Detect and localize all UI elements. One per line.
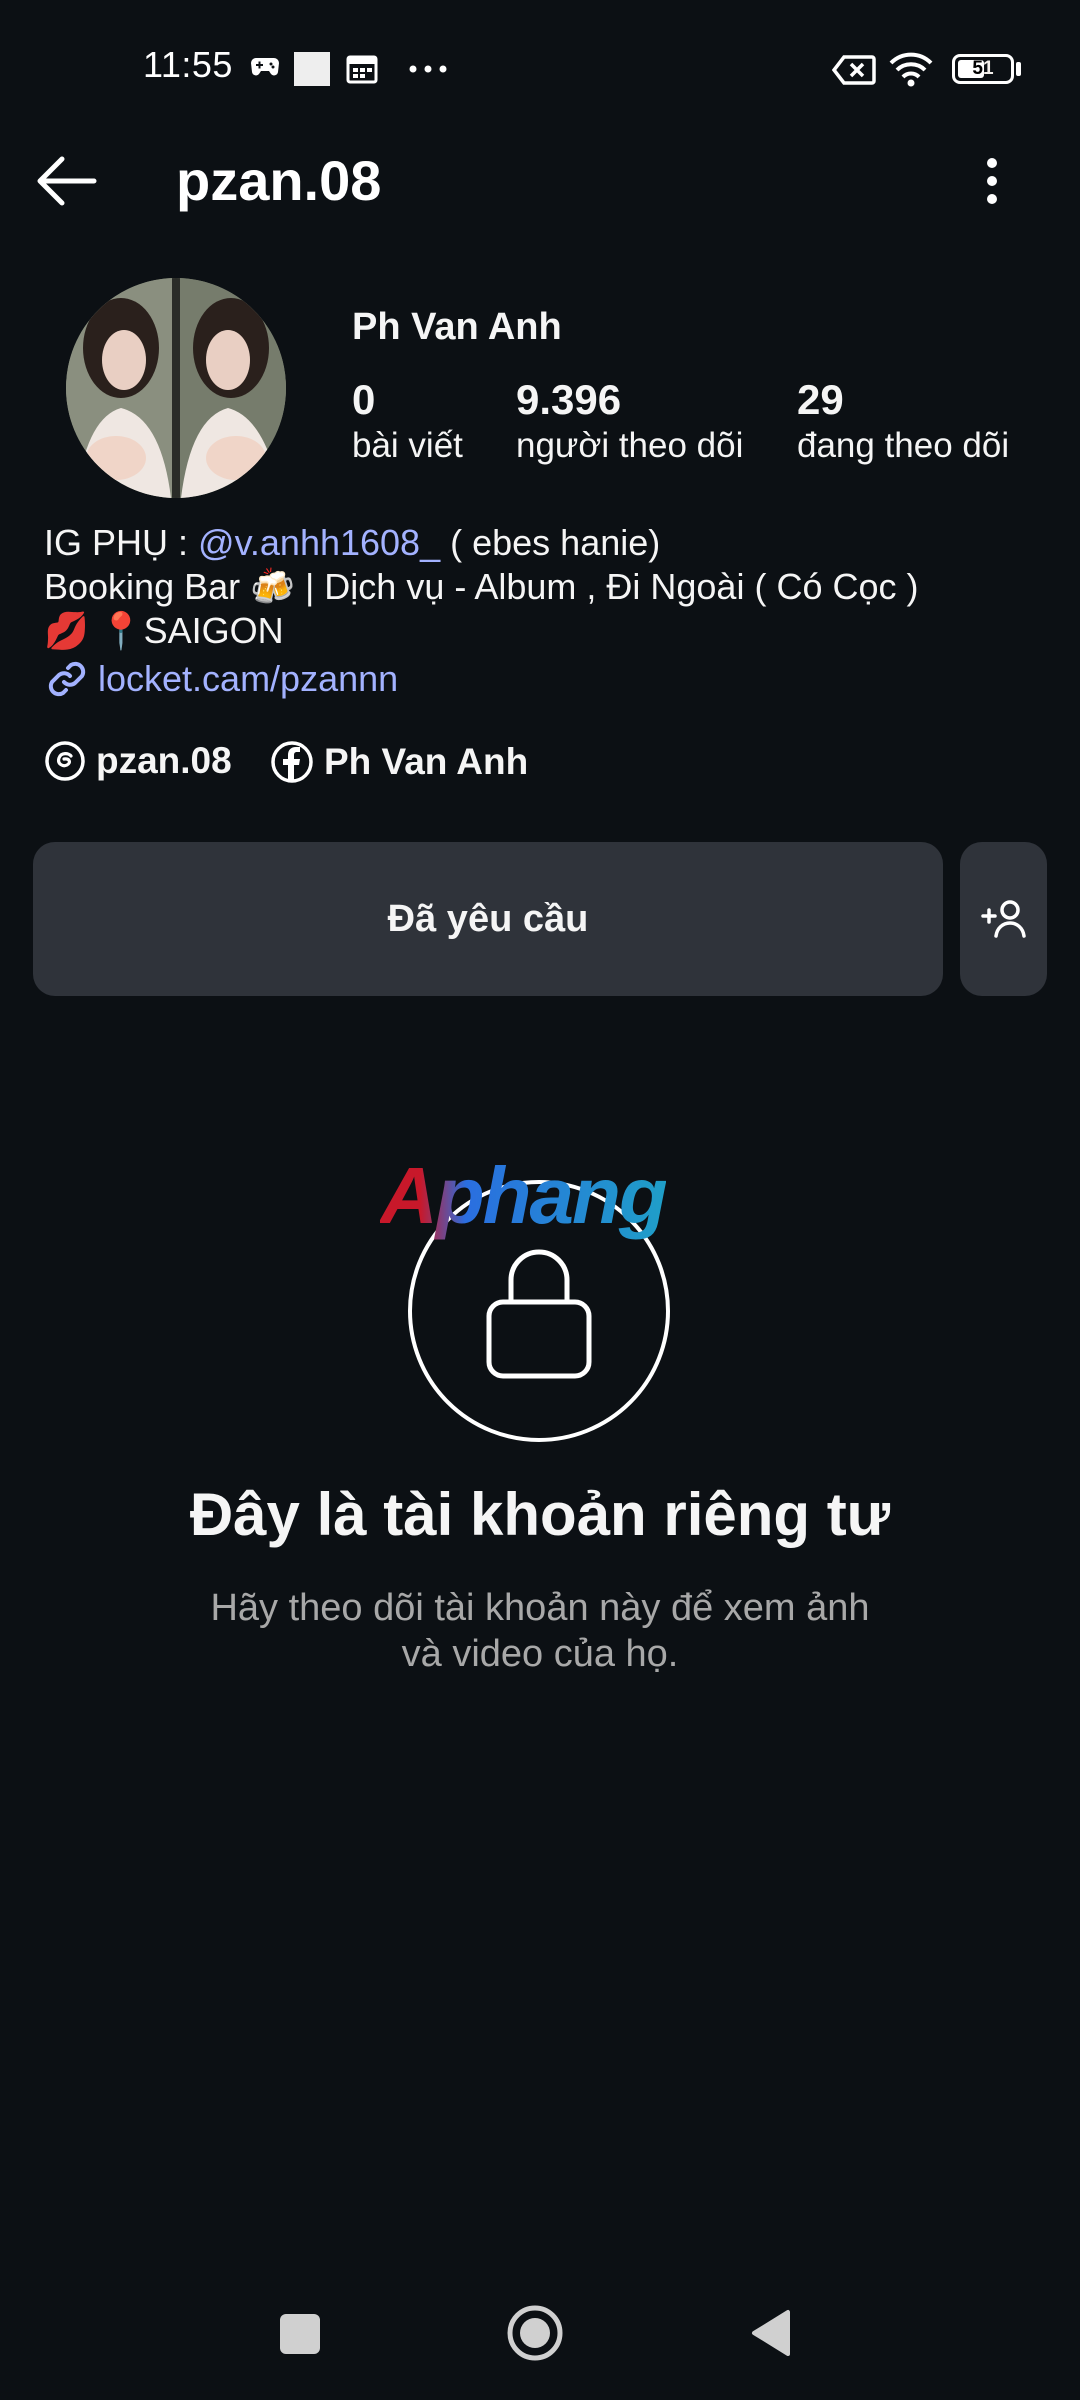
facebook-label: Ph Van Anh — [324, 741, 529, 782]
avatar-image — [66, 278, 286, 498]
add-person-icon — [980, 900, 1026, 938]
link-icon — [48, 661, 86, 697]
avatar[interactable] — [66, 278, 286, 498]
calendar-icon — [346, 55, 378, 84]
bio-link[interactable]: locket.cam/pzannn — [44, 656, 398, 702]
threads-icon — [45, 741, 85, 781]
stat-posts-value: 0 — [352, 376, 376, 423]
battery-level: 51 — [972, 58, 994, 79]
requested-button[interactable]: Đã yêu cầu — [33, 842, 943, 996]
stat-followers-value: 9.396 — [516, 376, 622, 423]
suggest-people-button[interactable] — [960, 842, 1047, 996]
bio-link-text[interactable]: locket.cam/pzannn — [98, 658, 398, 700]
watermark-logo: Aphang — [380, 1151, 668, 1240]
stat-followers-label: người theo dõi — [516, 426, 744, 465]
bio-suffix: ( ebes hanie) — [440, 522, 661, 563]
system-nav-bar — [0, 2290, 1080, 2400]
bio-mention-link[interactable]: @v.anhh1608_ — [198, 522, 440, 563]
sim-blocked-icon — [832, 55, 876, 85]
threads-label: pzan.08 — [96, 740, 232, 781]
more-options-button[interactable] — [966, 148, 1018, 214]
threads-link[interactable]: pzan.08 — [44, 740, 232, 782]
gamepad-icon — [251, 58, 279, 76]
private-account-title: Đây là tài khoản riêng tư — [189, 1481, 891, 1548]
back-triangle-icon[interactable] — [750, 2308, 792, 2358]
status-time: 11:55 — [143, 44, 233, 85]
wifi-icon — [889, 52, 933, 87]
stat-posts[interactable]: 0 bài viết — [352, 376, 463, 466]
display-name: Ph Van Anh — [352, 306, 562, 348]
back-button[interactable] — [28, 148, 104, 214]
stat-followers[interactable]: 9.396 người theo dõi — [516, 376, 743, 466]
bio-line-2: Booking Bar 🍻 | Dịch vụ - Album , Đi Ngo… — [44, 566, 919, 607]
facebook-icon — [271, 741, 313, 783]
more-dots-icon — [409, 65, 447, 73]
private-subtitle-line-2: và video của họ. — [401, 1633, 679, 1675]
bio-line-1: IG PHỤ : @v.anhh1608_ ( ebes hanie) — [44, 522, 660, 564]
lock-icon — [486, 1249, 592, 1379]
stat-following-label: đang theo dõi — [797, 426, 1010, 465]
page-title: pzan.08 — [176, 149, 382, 212]
facebook-link[interactable]: Ph Van Anh — [270, 740, 528, 784]
arrow-left-icon — [37, 156, 97, 206]
private-account-subtitle: Hãy theo dõi tài khoản này để xem ảnh và… — [0, 1585, 1080, 1677]
recents-square-icon[interactable] — [280, 2314, 320, 2354]
vertical-dots-icon — [987, 158, 997, 204]
stat-following-value: 29 — [797, 376, 844, 423]
stat-posts-label: bài viết — [352, 426, 463, 465]
battery-icon: 51 — [952, 54, 1014, 84]
bio-line-3: 💋 📍SAIGON — [44, 610, 284, 651]
home-circle-icon[interactable] — [506, 2304, 564, 2362]
stat-following[interactable]: 29 đang theo dõi — [797, 376, 1009, 466]
status-bar: 11:55 51 — [0, 0, 1080, 140]
bio-prefix: IG PHỤ : — [44, 522, 199, 563]
square-icon — [294, 52, 330, 86]
private-subtitle-line-1: Hãy theo dõi tài khoản này để xem ảnh — [210, 1587, 870, 1629]
